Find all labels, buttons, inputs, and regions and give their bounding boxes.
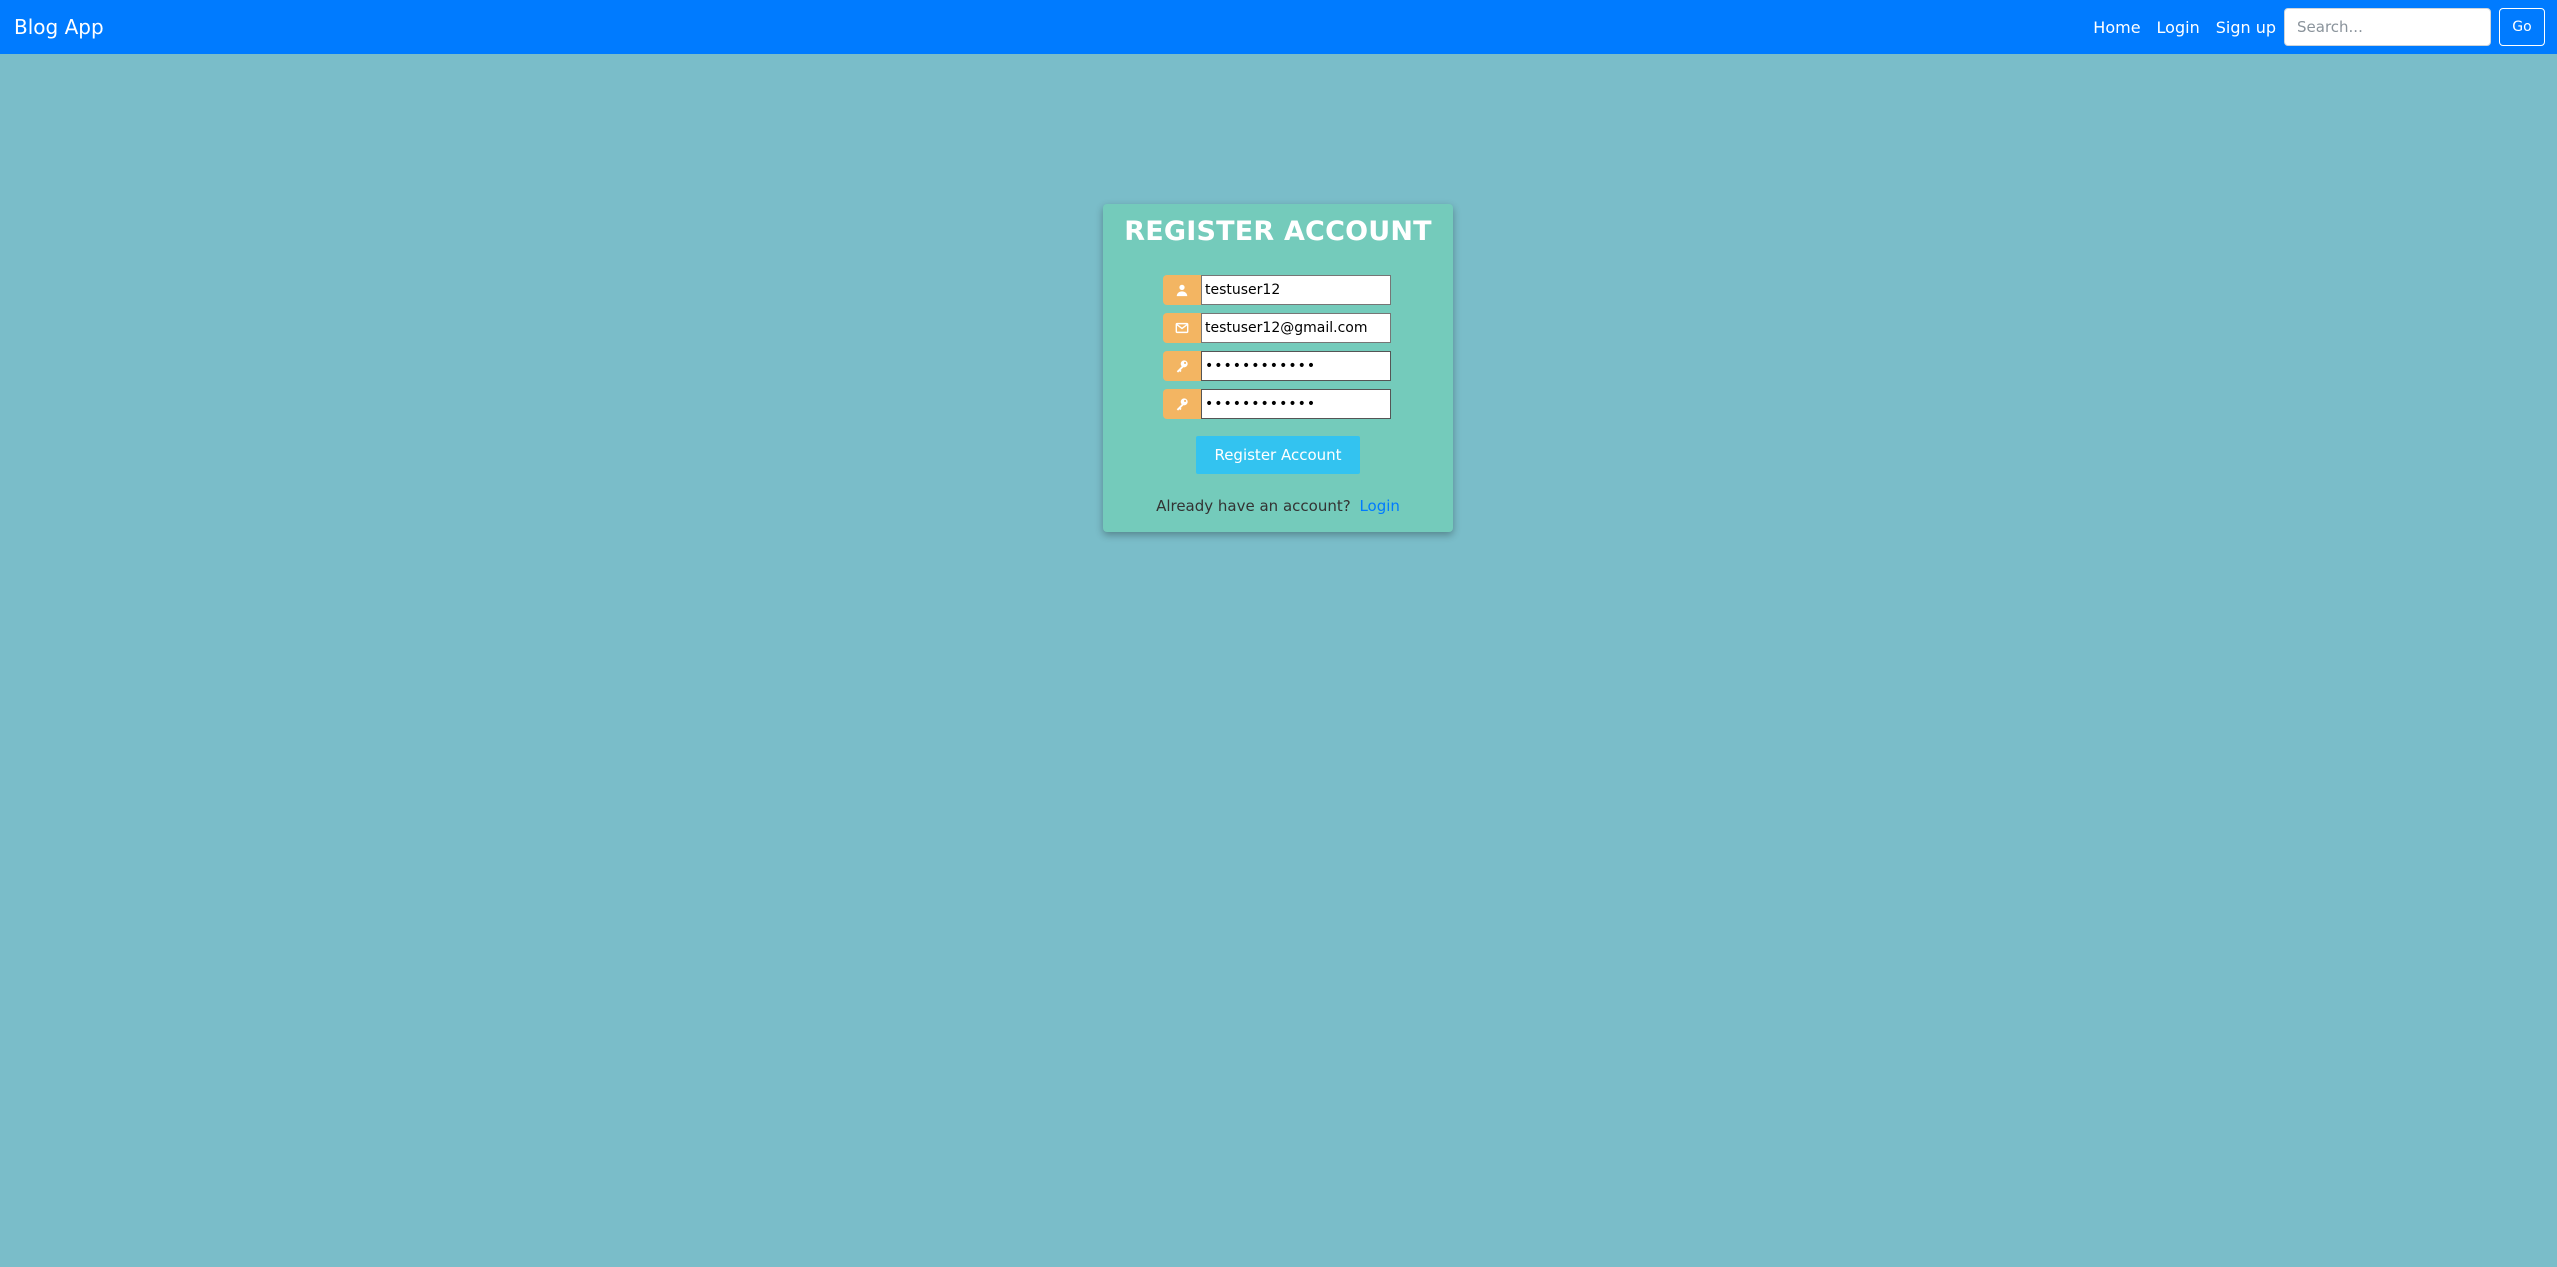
email-field[interactable]	[1201, 313, 1391, 343]
register-title: REGISTER ACCOUNT	[1124, 216, 1432, 247]
login-prompt: Already have an account? Login	[1103, 497, 1453, 515]
nav-link-home[interactable]: Home	[2093, 18, 2140, 37]
nav-right: Home Login Sign up Go	[2093, 0, 2545, 54]
username-row	[1163, 275, 1391, 305]
navbar: Blog App Home Login Sign up Go	[0, 0, 2557, 54]
register-account-button[interactable]: Register Account	[1196, 436, 1360, 474]
confirm-password-row	[1163, 389, 1391, 419]
key-icon	[1163, 351, 1201, 381]
user-icon	[1163, 275, 1201, 305]
search-input[interactable]	[2284, 8, 2491, 46]
login-link[interactable]: Login	[1359, 497, 1399, 515]
envelope-icon	[1163, 313, 1201, 343]
confirm-password-field[interactable]	[1201, 389, 1391, 419]
password-field[interactable]	[1201, 351, 1391, 381]
register-card: REGISTER ACCOUNT Register Account Alread…	[1103, 204, 1453, 532]
password-row	[1163, 351, 1391, 381]
go-button[interactable]: Go	[2499, 8, 2545, 46]
login-prompt-text: Already have an account?	[1156, 497, 1351, 515]
nav-link-signup[interactable]: Sign up	[2216, 18, 2276, 37]
email-row	[1163, 313, 1391, 343]
key-icon	[1163, 389, 1201, 419]
nav-link-login[interactable]: Login	[2157, 18, 2200, 37]
brand-link[interactable]: Blog App	[14, 15, 104, 39]
username-field[interactable]	[1201, 275, 1391, 305]
